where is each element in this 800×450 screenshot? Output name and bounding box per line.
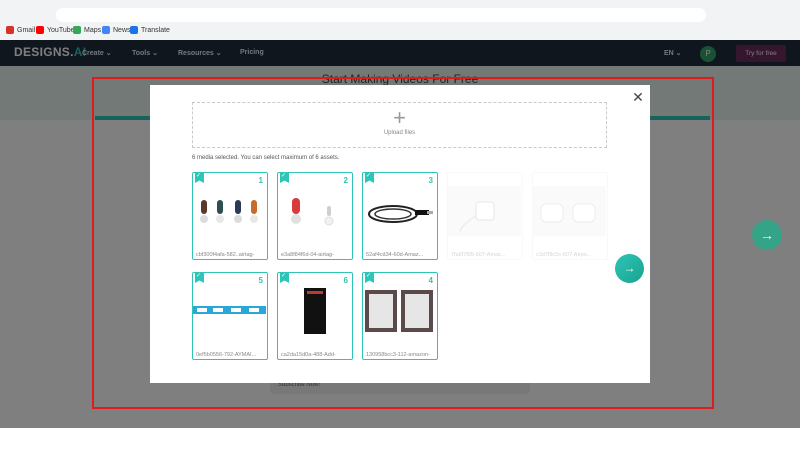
arrow-right-icon: → bbox=[760, 227, 774, 243]
side-arrow-button[interactable]: → bbox=[752, 220, 782, 250]
highlight-annotation bbox=[92, 77, 714, 409]
maps-icon bbox=[73, 26, 81, 34]
bookmark-youtube[interactable]: YouTube bbox=[36, 26, 75, 34]
translate-icon bbox=[130, 26, 138, 34]
bookmark-label: News bbox=[113, 26, 131, 34]
address-bar[interactable] bbox=[56, 8, 706, 22]
browser-chrome bbox=[0, 0, 800, 41]
youtube-icon bbox=[36, 26, 44, 34]
bookmark-gmail[interactable]: Gmail bbox=[6, 26, 35, 34]
gmail-icon bbox=[6, 26, 14, 34]
bookmark-label: Maps bbox=[84, 26, 102, 34]
news-icon bbox=[102, 26, 110, 34]
bookmark-maps[interactable]: Maps bbox=[73, 26, 101, 34]
bookmark-translate[interactable]: Translate bbox=[130, 26, 170, 34]
bookmark-label: Translate bbox=[141, 26, 170, 34]
bookmark-label: YouTube bbox=[47, 26, 75, 34]
bookmark-news[interactable]: News bbox=[102, 26, 131, 34]
bookmark-label: Gmail bbox=[17, 26, 36, 34]
